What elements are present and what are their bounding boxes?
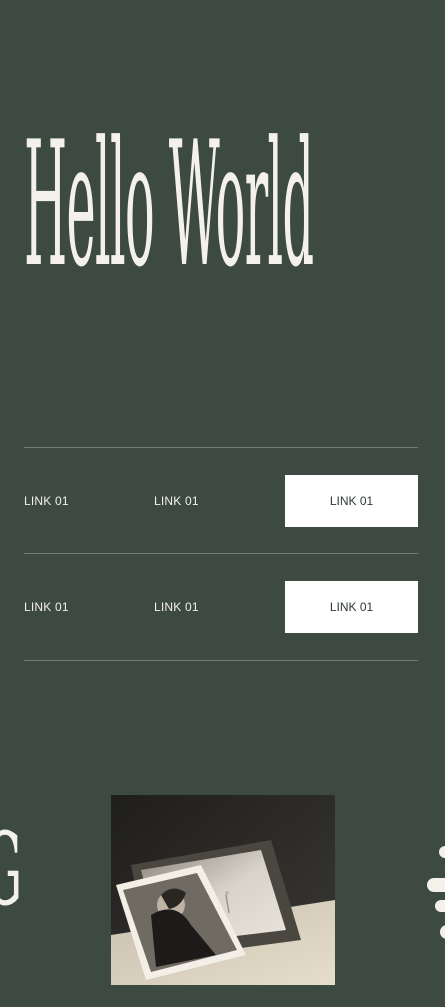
link-row: LINK 01 LINK 01 LINK 01: [24, 475, 418, 527]
carousel-prev-slide-letter: G: [0, 820, 22, 920]
hero-section: Hello World: [24, 118, 424, 308]
divider: [24, 447, 418, 448]
divider: [24, 660, 418, 661]
link-button[interactable]: LINK 01: [285, 475, 418, 527]
next-slide-shape-icon: [427, 846, 445, 939]
link-row: LINK 01 LINK 01 LINK 01: [24, 581, 418, 633]
product-photo[interactable]: [111, 795, 335, 985]
product-photo-illustration: [111, 795, 335, 985]
image-carousel: G: [0, 780, 445, 1007]
link-02[interactable]: LINK 01: [154, 600, 199, 614]
link-button[interactable]: LINK 01: [285, 581, 418, 633]
link-01[interactable]: LINK 01: [24, 494, 69, 508]
link-02[interactable]: LINK 01: [154, 494, 199, 508]
carousel-next-slide-decoration: [425, 840, 445, 950]
hero-title: Hello World: [24, 118, 314, 305]
link-01[interactable]: LINK 01: [24, 600, 69, 614]
divider: [24, 553, 418, 554]
